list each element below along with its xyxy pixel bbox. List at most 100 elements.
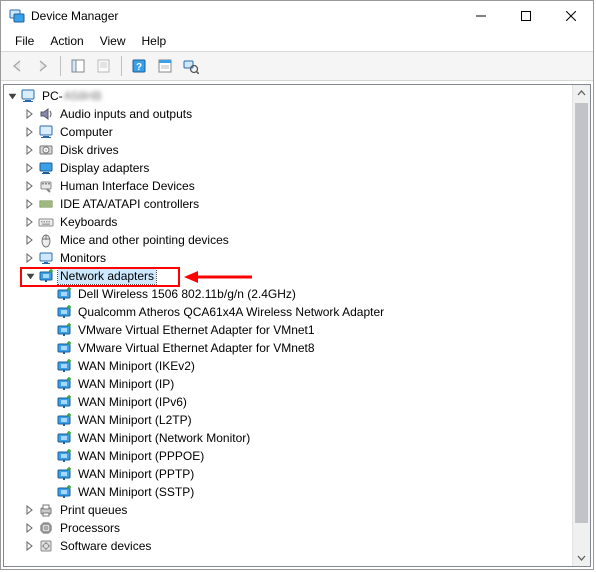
expander-icon[interactable] [24, 125, 38, 139]
network-icon [56, 484, 72, 500]
device-tree[interactable]: PC-A58HB Audio inputs and outputs Comput… [4, 85, 573, 566]
menubar: File Action View Help [1, 31, 593, 51]
category-label: Print queues [58, 502, 129, 518]
expander-icon[interactable] [24, 143, 38, 157]
audio-icon [38, 106, 54, 122]
device-wan-l2tp[interactable]: WAN Miniport (L2TP) [4, 411, 573, 429]
device-label: VMware Virtual Ethernet Adapter for VMne… [76, 340, 317, 356]
device-dell-wireless-1506[interactable]: Dell Wireless 1506 802.11b/g/n (2.4GHz) [4, 285, 573, 303]
scroll-down-button[interactable] [573, 549, 590, 566]
toolbar-separator [121, 56, 122, 76]
device-wan-pppoe[interactable]: WAN Miniport (PPPOE) [4, 447, 573, 465]
category-display[interactable]: Display adapters [4, 159, 573, 177]
forward-button[interactable] [31, 54, 55, 78]
close-button[interactable] [548, 1, 593, 31]
device-label: WAN Miniport (IKEv2) [76, 358, 197, 374]
category-print-queues[interactable]: Print queues [4, 501, 573, 519]
device-label: WAN Miniport (Network Monitor) [76, 430, 252, 446]
menu-view[interactable]: View [92, 32, 134, 50]
menu-file[interactable]: File [7, 32, 42, 50]
category-label: IDE ATA/ATAPI controllers [58, 196, 201, 212]
toolbar [1, 51, 593, 81]
device-label: VMware Virtual Ethernet Adapter for VMne… [76, 322, 317, 338]
device-vmnet1[interactable]: VMware Virtual Ethernet Adapter for VMne… [4, 321, 573, 339]
category-computer[interactable]: Computer [4, 123, 573, 141]
properties-button[interactable] [92, 54, 116, 78]
expander-icon[interactable] [24, 107, 38, 121]
window-title: Device Manager [31, 9, 458, 23]
printer-icon [38, 502, 54, 518]
device-wan-ikev2[interactable]: WAN Miniport (IKEv2) [4, 357, 573, 375]
expander-icon[interactable] [24, 179, 38, 193]
expander-icon[interactable] [24, 197, 38, 211]
category-mice[interactable]: Mice and other pointing devices [4, 231, 573, 249]
root-label: PC-A58HB [40, 88, 104, 104]
network-icon [56, 304, 72, 320]
category-monitors[interactable]: Monitors [4, 249, 573, 267]
minimize-button[interactable] [458, 1, 503, 31]
category-processors[interactable]: Processors [4, 519, 573, 537]
hid-icon [38, 178, 54, 194]
action-sheet-button[interactable] [153, 54, 177, 78]
expander-icon[interactable] [6, 89, 20, 103]
category-keyboards[interactable]: Keyboards [4, 213, 573, 231]
category-label: Processors [58, 520, 122, 536]
expander-icon[interactable] [24, 503, 38, 517]
keyboard-icon [38, 214, 54, 230]
expander-icon[interactable] [24, 269, 38, 283]
category-label: Audio inputs and outputs [58, 106, 194, 122]
show-hide-console-button[interactable] [66, 54, 90, 78]
category-label: Disk drives [58, 142, 121, 158]
expander-icon[interactable] [24, 251, 38, 265]
category-label: Monitors [58, 250, 108, 266]
expander-icon[interactable] [24, 539, 38, 553]
network-icon [56, 430, 72, 446]
category-network-adapters[interactable]: Network adapters [4, 267, 573, 285]
scroll-up-button[interactable] [573, 85, 590, 102]
expander-icon[interactable] [24, 161, 38, 175]
maximize-button[interactable] [503, 1, 548, 31]
disk-icon [38, 142, 54, 158]
help-button[interactable] [127, 54, 151, 78]
expander-icon[interactable] [24, 233, 38, 247]
monitor-icon [38, 250, 54, 266]
device-label: WAN Miniport (IP) [76, 376, 176, 392]
vertical-scrollbar[interactable] [572, 85, 590, 566]
network-icon [56, 322, 72, 338]
category-audio[interactable]: Audio inputs and outputs [4, 105, 573, 123]
expander-icon[interactable] [24, 521, 38, 535]
cpu-icon [38, 520, 54, 536]
expander-icon[interactable] [24, 215, 38, 229]
device-wan-ipv6[interactable]: WAN Miniport (IPv6) [4, 393, 573, 411]
network-icon [56, 286, 72, 302]
display-icon [38, 160, 54, 176]
device-manager-window: Device Manager File Action View Help [0, 0, 594, 570]
menu-help[interactable]: Help [134, 32, 175, 50]
device-label: WAN Miniport (IPv6) [76, 394, 189, 410]
tree-root[interactable]: PC-A58HB [4, 87, 573, 105]
network-icon [56, 466, 72, 482]
scroll-thumb[interactable] [575, 103, 588, 523]
category-ide[interactable]: IDE ATA/ATAPI controllers [4, 195, 573, 213]
network-icon [56, 412, 72, 428]
category-label: Mice and other pointing devices [58, 232, 231, 248]
category-label: Display adapters [58, 160, 151, 176]
category-disk[interactable]: Disk drives [4, 141, 573, 159]
device-label: WAN Miniport (SSTP) [76, 484, 196, 500]
menu-action[interactable]: Action [42, 32, 91, 50]
category-label: Human Interface Devices [58, 178, 197, 194]
category-hid[interactable]: Human Interface Devices [4, 177, 573, 195]
device-vmnet8[interactable]: VMware Virtual Ethernet Adapter for VMne… [4, 339, 573, 357]
device-qca61x4a[interactable]: Qualcomm Atheros QCA61x4A Wireless Netwo… [4, 303, 573, 321]
category-software-devices[interactable]: Software devices [4, 537, 573, 555]
device-wan-pptp[interactable]: WAN Miniport (PPTP) [4, 465, 573, 483]
network-icon [56, 340, 72, 356]
back-button[interactable] [5, 54, 29, 78]
device-wan-netmon[interactable]: WAN Miniport (Network Monitor) [4, 429, 573, 447]
network-icon [56, 358, 72, 374]
device-wan-ip[interactable]: WAN Miniport (IP) [4, 375, 573, 393]
scan-hardware-button[interactable] [179, 54, 203, 78]
device-wan-sstp[interactable]: WAN Miniport (SSTP) [4, 483, 573, 501]
category-label: Keyboards [58, 214, 119, 230]
network-icon [56, 448, 72, 464]
